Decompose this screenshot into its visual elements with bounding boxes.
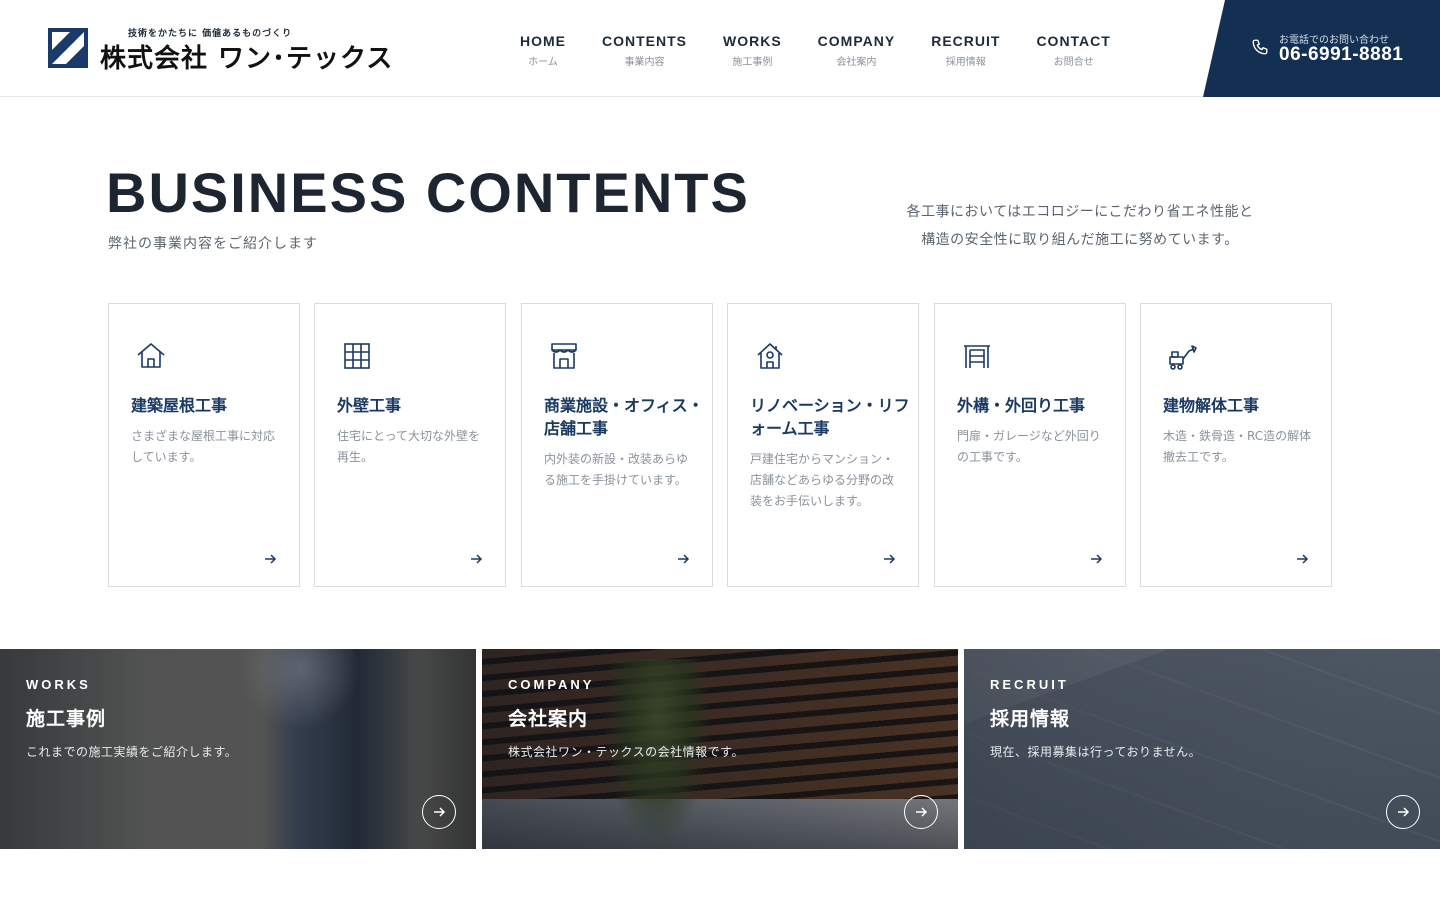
site-header: 技術をかたちに 価値あるものづくり 株式会社 ワン･テックス HOME ホーム … [0,0,1440,97]
logo-company-name: 株式会社 ワン･テックス [100,44,394,74]
arrow-right-icon [916,807,928,817]
nav-item-contents[interactable]: CONTENTS 事業内容 [602,33,687,68]
panel-title: 施工事例 [26,708,107,730]
nav-item-works[interactable]: WORKS 施工事例 [723,33,782,68]
card-description: 戸建住宅からマンション・店舗などあらゆる分野の改装をお手伝いします。 [750,452,895,508]
arrow-right-icon [434,807,446,817]
panel-arrow-button[interactable] [1386,795,1420,829]
nav-label-ja: 会社案内 [836,57,877,68]
panel-arrow-button[interactable] [904,795,938,829]
card-description: 門扉・ガレージなど外回りの工事です。 [957,429,1101,464]
feature-panels: WORKS 施工事例 これまでの施工実績をご紹介します。 COMPANY 会社案… [0,649,1440,849]
excavator-icon [1169,345,1197,370]
intro-line-1: 各工事においてはエコロジーにこだわり省エネ性能と [906,204,1254,220]
panel-label-en: WORKS [26,677,91,692]
page-subtitle: 弊社の事業内容をご紹介します [108,236,318,252]
panel-description: これまでの施工実績をご紹介します。 [26,745,238,759]
card-title: 建物解体工事 [1163,396,1260,415]
nav-item-contact[interactable]: CONTACT お問合せ [1036,33,1111,68]
nav-label-ja: お問合せ [1053,57,1094,68]
panel-description: 現在、採用募集は行っておりません。 [990,745,1202,759]
panel-arrow-button[interactable] [422,795,456,829]
card-description: 木造・鉄骨造・RC造の解体撤去工です。 [1163,429,1312,464]
service-card-roofing[interactable]: 建築屋根工事 さまざまな屋根工事に対応しています。 [108,303,300,587]
house-renovation-icon [757,343,783,369]
service-cards: 建築屋根工事 さまざまな屋根工事に対応しています。 外壁工事 住宅にとって大切な… [108,303,1332,587]
nav-label-en: CONTENTS [602,33,687,49]
card-description: 住宅にとって大切な外壁を再生。 [337,429,481,464]
nav-label-en: CONTACT [1036,33,1111,49]
arrow-right-icon [884,554,896,564]
phone-contact-button[interactable]: お電話でのお問い合わせ 06-6991-8881 [1203,0,1440,97]
page-title: BUSINESS CONTENTS [106,161,750,224]
wall-grid-icon [344,343,370,369]
arrow-right-icon [1297,554,1309,564]
arrow-right-icon [265,554,277,564]
nav-label-en: RECRUIT [931,33,1001,49]
arrow-right-icon [1398,807,1410,817]
panel-company[interactable]: COMPANY 会社案内 株式会社ワン・テックスの会社情報です。 [482,649,958,849]
card-title: 建築屋根工事 [131,396,228,415]
service-card-renovation[interactable]: リノベーション・リフォーム工事 戸建住宅からマンション・店舗などあらゆる分野の改… [727,303,919,587]
panel-title: 採用情報 [990,708,1071,730]
nav-label-en: HOME [520,33,566,49]
phone-icon [1252,39,1268,55]
main-nav: HOME ホーム CONTENTS 事業内容 WORKS 施工事例 COMPAN… [520,33,1147,68]
storefront-icon [551,343,577,369]
site-logo[interactable]: 技術をかたちに 価値あるものづくり 株式会社 ワン･テックス [48,26,392,74]
intro-description: 各工事においてはエコロジーにこだわり省エネ性能と 構造の安全性に取り組んだ施工に… [870,198,1290,254]
card-title: 外構・外回り工事 [957,396,1086,415]
panel-works[interactable]: WORKS 施工事例 これまでの施工実績をご紹介します。 [0,649,476,849]
card-title: 外壁工事 [337,396,402,415]
nav-item-company[interactable]: COMPANY 会社案内 [817,33,896,68]
service-card-exterior-wall[interactable]: 外壁工事 住宅にとって大切な外壁を再生。 [314,303,506,587]
nav-label-ja: 採用情報 [945,57,986,68]
service-card-commercial[interactable]: 商業施設・オフィス・店舗工事 内外装の新設・改装あらゆる施工を手掛けています。 [521,303,713,587]
nav-label-ja: 事業内容 [624,57,665,68]
service-card-demolition[interactable]: 建物解体工事 木造・鉄骨造・RC造の解体撤去工です。 [1140,303,1332,587]
panel-title: 会社案内 [508,708,589,730]
service-card-exterior-works[interactable]: 外構・外回り工事 門扉・ガレージなど外回りの工事です。 [934,303,1126,587]
panel-recruit[interactable]: RECRUIT 採用情報 現在、採用募集は行っておりません。 [964,649,1440,849]
panel-description: 株式会社ワン・テックスの会社情報です。 [508,745,744,759]
arrow-right-icon [1091,554,1103,564]
card-title: リノベーション・リフォーム工事 [750,396,910,438]
intro-line-2: 構造の安全性に取り組んだ施工に努めています。 [921,232,1239,248]
card-title: 商業施設・オフィス・店舗工事 [544,396,704,438]
nav-label-en: COMPANY [817,33,896,49]
card-description: 内外装の新設・改装あらゆる施工を手掛けています。 [544,452,689,487]
nav-label-ja: ホーム [528,57,558,68]
nav-item-home[interactable]: HOME ホーム [520,33,566,68]
nav-item-recruit[interactable]: RECRUIT 採用情報 [931,33,1001,68]
arrow-right-icon [471,554,483,564]
nav-label-ja: 施工事例 [732,57,773,68]
panel-label-en: RECRUIT [990,677,1069,692]
phone-number: 06-6991-8881 [1279,44,1404,65]
arrow-right-icon [678,554,690,564]
panel-label-en: COMPANY [508,677,595,692]
nav-label-en: WORKS [723,33,782,49]
house-icon [137,343,165,368]
card-description: さまざまな屋根工事に対応しています。 [131,429,276,464]
logo-mark-icon [48,28,88,68]
gate-icon [964,345,990,368]
